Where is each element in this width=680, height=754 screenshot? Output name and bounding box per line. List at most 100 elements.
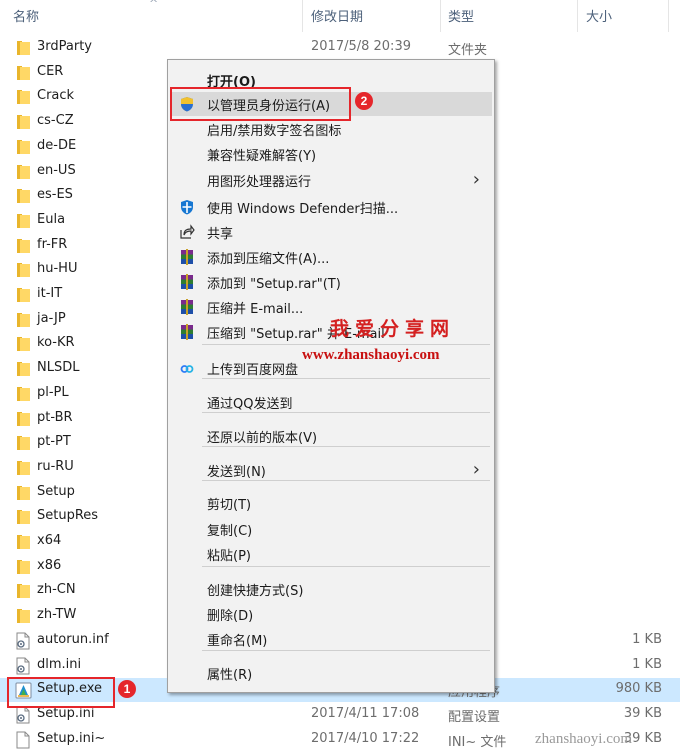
chevron-right-icon: › bbox=[472, 459, 480, 480]
column-divider[interactable] bbox=[577, 0, 578, 32]
file-name: Setup.ini~ bbox=[37, 731, 106, 746]
column-type-header[interactable]: 类型 bbox=[448, 6, 474, 25]
menu-item-label: 启用/禁用数字签名图标 bbox=[207, 124, 342, 139]
folder-icon bbox=[17, 115, 30, 129]
menu-item-add-to-archive[interactable]: 添加到压缩文件(A)... bbox=[170, 245, 492, 269]
menu-item-paste[interactable]: 粘贴(P) bbox=[170, 542, 492, 566]
menu-item-add-to-setup-rar[interactable]: 添加到 "Setup.rar"(T) bbox=[170, 270, 492, 294]
file-name: de-DE bbox=[37, 138, 77, 153]
menu-item-label: 粘贴(P) bbox=[207, 549, 251, 564]
folder-icon bbox=[17, 609, 30, 623]
file-type: INI~ 文件 bbox=[448, 735, 507, 750]
folder-icon bbox=[17, 214, 30, 228]
folder-icon bbox=[17, 486, 30, 500]
file-date: 2017/4/11 17:08 bbox=[311, 706, 420, 721]
folder-icon bbox=[17, 510, 30, 524]
menu-separator bbox=[202, 480, 490, 481]
defender-shield-icon bbox=[179, 199, 195, 215]
menu-item-send-via-qq[interactable]: 通过QQ发送到 bbox=[170, 390, 492, 414]
menu-item-send-to[interactable]: 发送到(N) › bbox=[170, 458, 492, 482]
menu-separator bbox=[202, 650, 490, 651]
menu-separator bbox=[202, 344, 490, 345]
menu-item-rename[interactable]: 重命名(M) bbox=[170, 627, 492, 651]
column-size-header[interactable]: 大小 bbox=[586, 6, 612, 25]
menu-item-copy[interactable]: 复制(C) bbox=[170, 517, 492, 541]
file-type: 配置设置 bbox=[448, 710, 501, 725]
menu-item-restore-versions[interactable]: 还原以前的版本(V) bbox=[170, 424, 492, 448]
share-icon bbox=[179, 224, 195, 240]
file-date: 2017/4/10 17:22 bbox=[311, 731, 420, 746]
menu-item-label: 用图形处理器运行 bbox=[207, 175, 312, 190]
folder-icon bbox=[17, 239, 30, 253]
folder-icon bbox=[17, 535, 30, 549]
menu-item-create-shortcut[interactable]: 创建快捷方式(S) bbox=[170, 577, 492, 601]
file-row[interactable]: 3rdParty 2017/5/8 20:39 文件夹 bbox=[0, 36, 680, 60]
file-name: Setup.ini bbox=[37, 706, 95, 721]
menu-item-compatibility[interactable]: 兼容性疑难解答(Y) bbox=[170, 142, 492, 166]
file-name: ru-RU bbox=[37, 459, 74, 474]
file-name: fr-FR bbox=[37, 237, 68, 252]
menu-item-label: 添加到压缩文件(A)... bbox=[207, 252, 330, 267]
file-name: pt-PT bbox=[37, 434, 71, 449]
winrar-icon bbox=[179, 324, 195, 340]
menu-item-label: 压缩并 E-mail... bbox=[207, 302, 304, 317]
folder-icon bbox=[17, 560, 30, 574]
folder-icon bbox=[17, 189, 30, 203]
file-size: 1 KB bbox=[632, 657, 662, 672]
folder-icon bbox=[17, 313, 30, 327]
column-name-header[interactable]: 名称 bbox=[13, 6, 39, 25]
column-date-header[interactable]: 修改日期 bbox=[311, 6, 363, 25]
column-header: ^ 名称 修改日期 类型 大小 bbox=[0, 0, 680, 32]
folder-icon bbox=[17, 387, 30, 401]
file-name: pl-PL bbox=[37, 385, 69, 400]
folder-icon bbox=[17, 412, 30, 426]
step-2-highlight bbox=[170, 87, 351, 121]
file-name: Eula bbox=[37, 212, 66, 227]
file-name: autorun.inf bbox=[37, 632, 109, 647]
step-1-highlight bbox=[7, 677, 115, 708]
folder-icon bbox=[17, 66, 30, 80]
winrar-icon bbox=[179, 274, 195, 290]
config-file-icon bbox=[15, 706, 31, 724]
menu-item-cut[interactable]: 剪切(T) bbox=[170, 491, 492, 515]
menu-item-share[interactable]: 共享 bbox=[170, 220, 492, 244]
file-name: x64 bbox=[37, 533, 62, 548]
file-type: 文件夹 bbox=[448, 43, 488, 58]
config-file-icon bbox=[15, 632, 31, 650]
file-name: Setup bbox=[37, 484, 75, 499]
config-file-icon bbox=[15, 657, 31, 675]
column-divider[interactable] bbox=[302, 0, 303, 32]
watermark-site-name: 我爱分享网 bbox=[330, 318, 456, 340]
menu-item-delete[interactable]: 删除(D) bbox=[170, 602, 492, 626]
watermark-site-url: www.zhanshaoyi.com bbox=[302, 347, 440, 363]
file-name: CER bbox=[37, 64, 64, 79]
file-name: ko-KR bbox=[37, 335, 75, 350]
baidu-netdisk-icon bbox=[179, 360, 195, 376]
menu-item-defender-scan[interactable]: 使用 Windows Defender扫描... bbox=[170, 195, 492, 219]
watermark-bottom-url: zhanshaoyi.com bbox=[535, 731, 633, 747]
file-name: en-US bbox=[37, 163, 76, 178]
menu-item-label: 属性(R) bbox=[207, 668, 253, 683]
file-name: it-IT bbox=[37, 286, 63, 301]
file-size: 1 KB bbox=[632, 632, 662, 647]
menu-item-label: 重命名(M) bbox=[207, 634, 268, 649]
menu-item-label: 兼容性疑难解答(Y) bbox=[207, 149, 317, 164]
file-size: 980 KB bbox=[615, 681, 662, 696]
file-name: zh-CN bbox=[37, 582, 76, 597]
column-divider[interactable] bbox=[668, 0, 669, 32]
folder-icon bbox=[17, 140, 30, 154]
column-divider[interactable] bbox=[440, 0, 441, 32]
menu-item-label: 使用 Windows Defender扫描... bbox=[207, 202, 399, 217]
menu-item-properties[interactable]: 属性(R) bbox=[170, 661, 492, 685]
file-name: 3rdParty bbox=[37, 39, 92, 54]
file-name: NLSDL bbox=[37, 360, 80, 375]
file-name: pt-BR bbox=[37, 410, 73, 425]
file-name: cs-CZ bbox=[37, 113, 74, 128]
folder-icon bbox=[17, 41, 30, 55]
menu-item-label: 发送到(N) bbox=[207, 465, 266, 480]
file-name: Crack bbox=[37, 88, 75, 103]
file-icon bbox=[15, 731, 31, 749]
folder-icon bbox=[17, 461, 30, 475]
menu-item-run-with-gpu[interactable]: 用图形处理器运行 › bbox=[170, 168, 492, 192]
file-name: x86 bbox=[37, 558, 62, 573]
